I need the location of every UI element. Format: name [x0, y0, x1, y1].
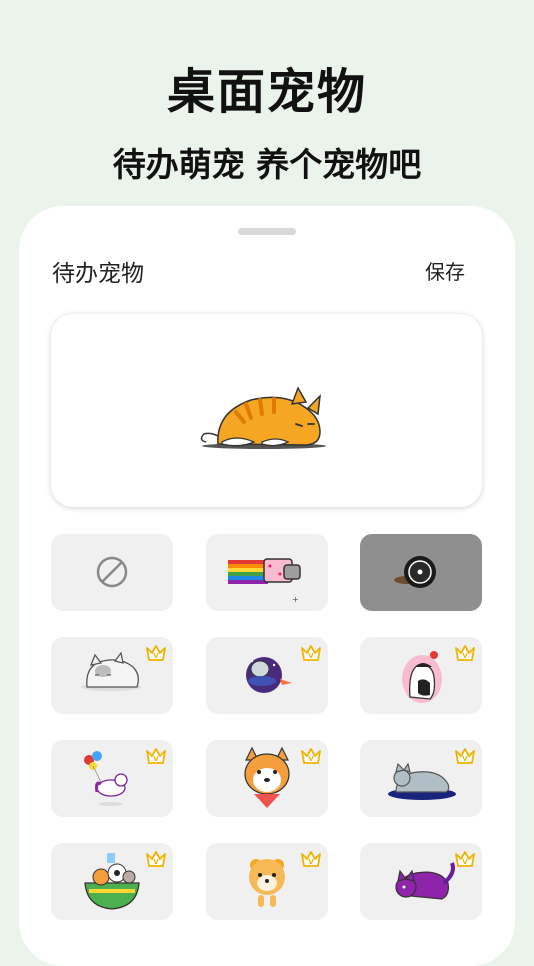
crown-icon: V	[301, 748, 321, 764]
pet-option-vinyl-record[interactable]	[360, 534, 482, 611]
pet-option-nyan-cat[interactable]: +	[206, 534, 328, 611]
pet-option-animals-bowl[interactable]: V	[51, 843, 173, 920]
svg-text:V: V	[308, 652, 314, 660]
svg-text:V: V	[308, 858, 314, 866]
page-title: 桌面宠物	[166, 64, 367, 120]
svg-text:V: V	[462, 755, 468, 763]
crown-icon: V	[301, 645, 321, 661]
svg-text:V: V	[462, 858, 468, 866]
svg-text:V: V	[462, 652, 468, 660]
pet-option-pomeranian-dog[interactable]: V	[206, 843, 328, 920]
svg-text:V: V	[153, 858, 159, 866]
pet-option-sitting-cat[interactable]: V	[360, 637, 482, 714]
no-pet-icon	[96, 556, 128, 588]
pet-option-sleepy-cat[interactable]: V	[51, 637, 173, 714]
crown-icon: V	[146, 748, 166, 764]
pet-option-unicorn-balloons[interactable]: V	[51, 740, 173, 817]
crown-icon: V	[455, 851, 475, 867]
pet-option-lying-gray-cat[interactable]: V	[360, 740, 482, 817]
vinyl-record-icon	[394, 556, 436, 588]
page-subtitle: 待办萌宠 养个宠物吧	[112, 145, 422, 184]
save-button[interactable]: 保存	[425, 256, 465, 285]
crown-icon: V	[455, 748, 475, 764]
drag-handle[interactable]	[238, 228, 296, 235]
sheet-title: 待办宠物	[52, 261, 144, 287]
preview-orange-cat	[200, 386, 326, 449]
crown-icon: V	[146, 645, 166, 661]
svg-text:V: V	[153, 755, 159, 763]
pet-option-shiba-dog[interactable]: V	[206, 740, 328, 817]
svg-text:V: V	[153, 652, 159, 660]
pet-option-purple-cat[interactable]: V	[360, 843, 482, 920]
pet-option-none[interactable]	[51, 534, 173, 611]
svg-text:+: +	[292, 595, 299, 604]
nyan-cat-icon: +	[228, 558, 301, 604]
crown-icon: V	[301, 851, 321, 867]
svg-text:V: V	[308, 755, 314, 763]
crown-icon: V	[455, 645, 475, 661]
pet-option-space-cat[interactable]: V	[206, 637, 328, 714]
crown-icon: V	[146, 851, 166, 867]
pet-preview	[51, 314, 482, 507]
